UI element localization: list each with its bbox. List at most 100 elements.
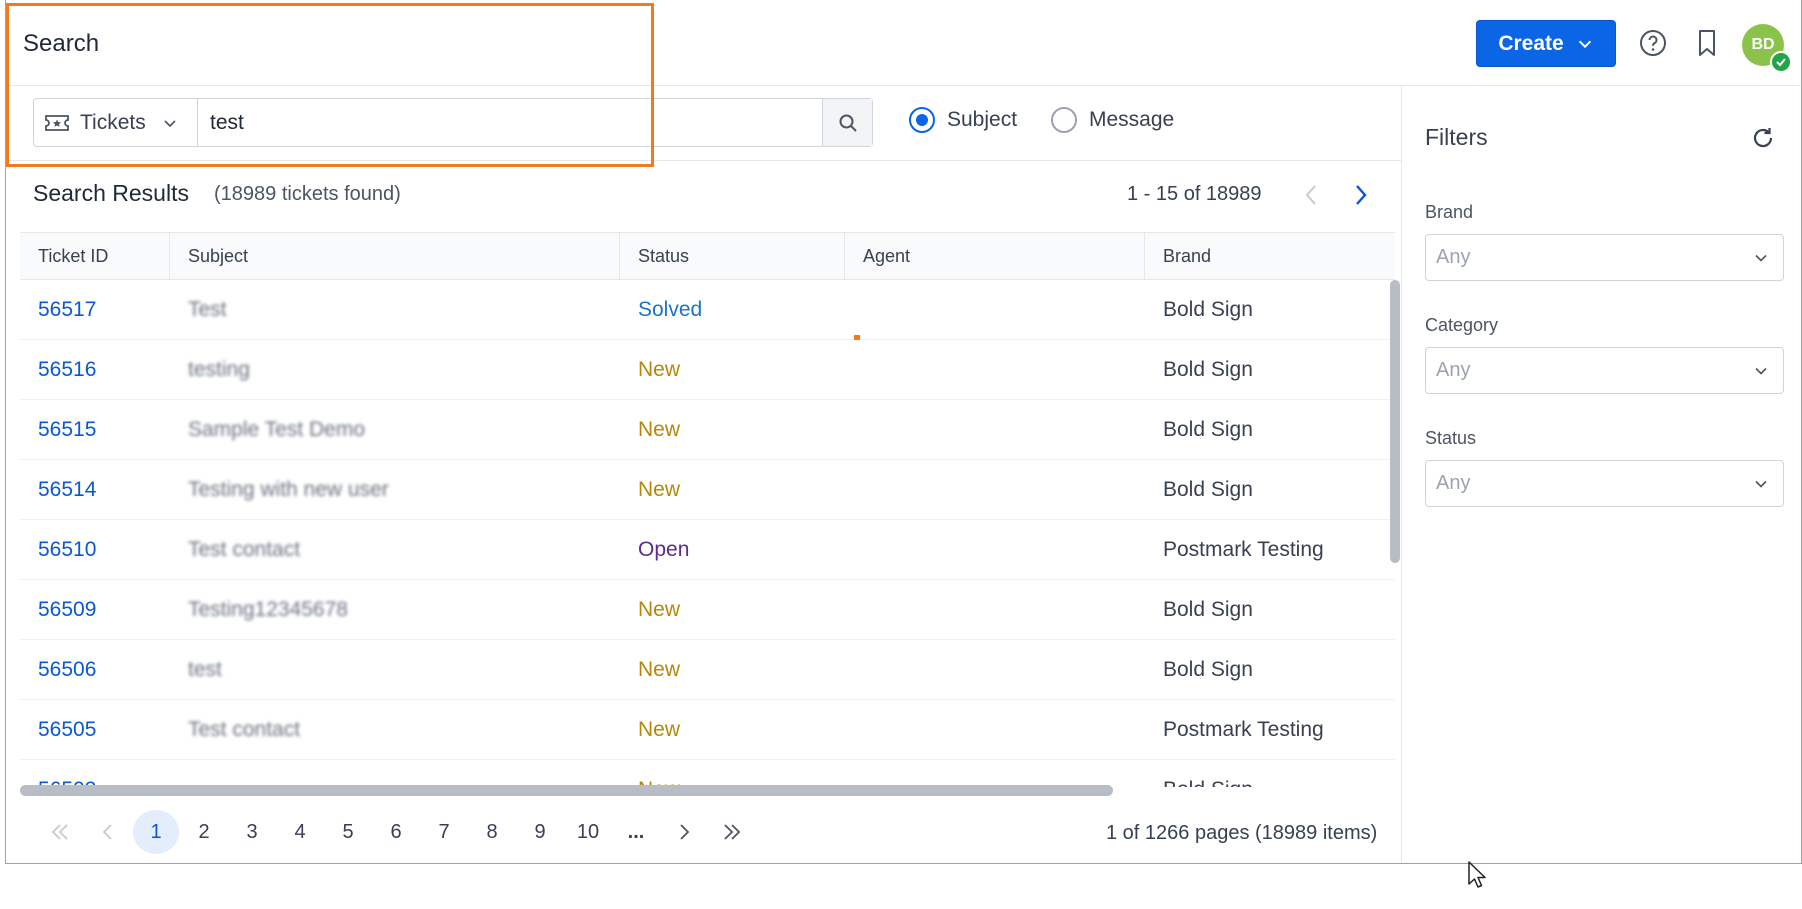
agent-cell [845, 700, 1145, 759]
brand-filter-select[interactable]: Any [1425, 234, 1784, 281]
status-filter-select[interactable]: Any [1425, 460, 1784, 507]
page-number-3[interactable]: 3 [228, 810, 276, 854]
column-header-ticket-id[interactable]: Ticket ID [20, 233, 170, 279]
ticket-id-link[interactable]: 56509 [20, 580, 170, 639]
status-cell: New [620, 760, 845, 788]
table-header: Ticket ID Subject Status Agent Brand [20, 232, 1395, 280]
brand-filter-label: Brand [1425, 202, 1474, 222]
table-row[interactable]: 56505 Test contact New Postmark Testing [20, 700, 1395, 760]
ticket-icon [45, 114, 69, 131]
table-row[interactable]: 56509 Testing12345678 New Bold Sign [20, 580, 1395, 640]
avatar-initials: BD [1751, 36, 1775, 53]
last-page-icon[interactable] [708, 810, 756, 854]
agent-cell [845, 280, 1145, 339]
ticket-id-link[interactable]: 56510 [20, 520, 170, 579]
prev-results-icon[interactable] [1296, 180, 1326, 210]
column-header-subject[interactable]: Subject [170, 233, 620, 279]
agent-cell [845, 520, 1145, 579]
radio-message-label: Message [1089, 108, 1175, 131]
ticket-id-link[interactable]: 56506 [20, 640, 170, 699]
brand-cell: Postmark Testing [1163, 537, 1324, 561]
pagination: 1 2 3 4 5 6 7 8 9 10 ... [36, 810, 756, 854]
agent-cell [845, 400, 1145, 459]
page-number-2[interactable]: 2 [180, 810, 228, 854]
status-cell: Open [638, 537, 690, 561]
brand-cell: Bold Sign [1163, 597, 1253, 621]
bookmark-icon[interactable] [1690, 26, 1724, 60]
subject-cell: testing [188, 357, 250, 381]
radio-subject[interactable]: Subject [909, 107, 1017, 133]
page-number-9[interactable]: 9 [516, 810, 564, 854]
search-button[interactable] [822, 99, 872, 146]
ticket-id-link[interactable]: 56503 [20, 760, 170, 788]
prev-page-icon[interactable] [84, 810, 132, 854]
first-page-icon[interactable] [36, 810, 84, 854]
create-button[interactable]: Create [1476, 20, 1616, 67]
table-row[interactable]: 56517 Test Solved Bold Sign [20, 280, 1395, 340]
table-body: 56517 Test Solved Bold Sign 56516 testing New B… [20, 280, 1395, 787]
brand-cell: Bold Sign [1145, 760, 1395, 788]
table-row[interactable]: 56506 test New Bold Sign [20, 640, 1395, 700]
table-row[interactable]: 56515 Sample Test Demo New Bold Sign [20, 400, 1395, 460]
subject-cell: Test contact [188, 537, 301, 561]
vertical-scrollbar[interactable] [1390, 280, 1400, 563]
table-row[interactable]: 56516 testing New Bold Sign [20, 340, 1395, 400]
ticket-id-link[interactable]: 56517 [20, 280, 170, 339]
search-type-label: Tickets [80, 110, 146, 134]
pager-ellipsis[interactable]: ... [612, 810, 660, 854]
search-type-dropdown[interactable]: Tickets [34, 99, 198, 146]
subject-cell [170, 760, 620, 787]
subject-cell: Test [188, 297, 227, 321]
brand-cell: Bold Sign [1163, 417, 1253, 441]
chevron-down-icon [1755, 367, 1767, 375]
page-number-1[interactable]: 1 [133, 810, 179, 854]
ticket-id-link[interactable]: 56514 [20, 460, 170, 519]
column-header-brand[interactable]: Brand [1145, 233, 1395, 279]
page-number-4[interactable]: 4 [276, 810, 324, 854]
next-results-icon[interactable] [1346, 180, 1376, 210]
column-header-agent[interactable]: Agent [845, 233, 1145, 279]
brand-filter-value: Any [1436, 246, 1471, 268]
page-number-10[interactable]: 10 [564, 810, 612, 854]
ticket-id-link[interactable]: 56515 [20, 400, 170, 459]
search-input[interactable] [198, 99, 822, 146]
search-bar: Tickets Subject Message [6, 86, 1401, 161]
page-number-6[interactable]: 6 [372, 810, 420, 854]
status-cell: New [638, 717, 681, 741]
chevron-down-icon [1755, 480, 1767, 488]
page-number-7[interactable]: 7 [420, 810, 468, 854]
next-page-icon[interactable] [660, 810, 708, 854]
radio-message-circle[interactable] [1051, 107, 1077, 133]
agent-cell [845, 460, 1145, 519]
page-number-5[interactable]: 5 [324, 810, 372, 854]
chevron-down-icon [1578, 40, 1591, 48]
table-row[interactable]: 56510 Test contact Open Postmark Testing [20, 520, 1395, 580]
brand-cell: Postmark Testing [1163, 717, 1324, 741]
table-row[interactable]: 56514 Testing with new user New Bold Sign [20, 460, 1395, 520]
radio-message[interactable]: Message [1051, 107, 1174, 133]
radio-subject-label: Subject [947, 108, 1018, 131]
column-header-status[interactable]: Status [620, 233, 845, 279]
chevron-down-icon [164, 119, 176, 127]
create-button-label: Create [1498, 31, 1564, 55]
page-number-8[interactable]: 8 [468, 810, 516, 854]
status-cell: New [638, 597, 681, 621]
search-icon [839, 114, 857, 132]
refresh-icon[interactable] [1747, 122, 1779, 154]
category-filter-select[interactable]: Any [1425, 347, 1784, 394]
radio-subject-circle[interactable] [909, 107, 935, 133]
help-icon[interactable] [1636, 26, 1670, 60]
status-cell: Solved [638, 297, 703, 321]
ticket-id-link[interactable]: 56516 [20, 340, 170, 399]
online-status-icon [1770, 51, 1792, 73]
table-row[interactable]: 56503 New Bold Sign [20, 760, 1395, 788]
ticket-id-link[interactable]: 56505 [20, 700, 170, 759]
chevron-down-icon [1755, 254, 1767, 262]
status-cell: New [638, 357, 681, 381]
status-cell: New [638, 477, 681, 501]
status-cell: New [638, 657, 681, 681]
horizontal-scrollbar[interactable] [20, 785, 1113, 796]
subject-cell: Testing12345678 [188, 597, 348, 621]
brand-cell: Bold Sign [1163, 357, 1253, 381]
subject-cell: test [188, 657, 222, 681]
